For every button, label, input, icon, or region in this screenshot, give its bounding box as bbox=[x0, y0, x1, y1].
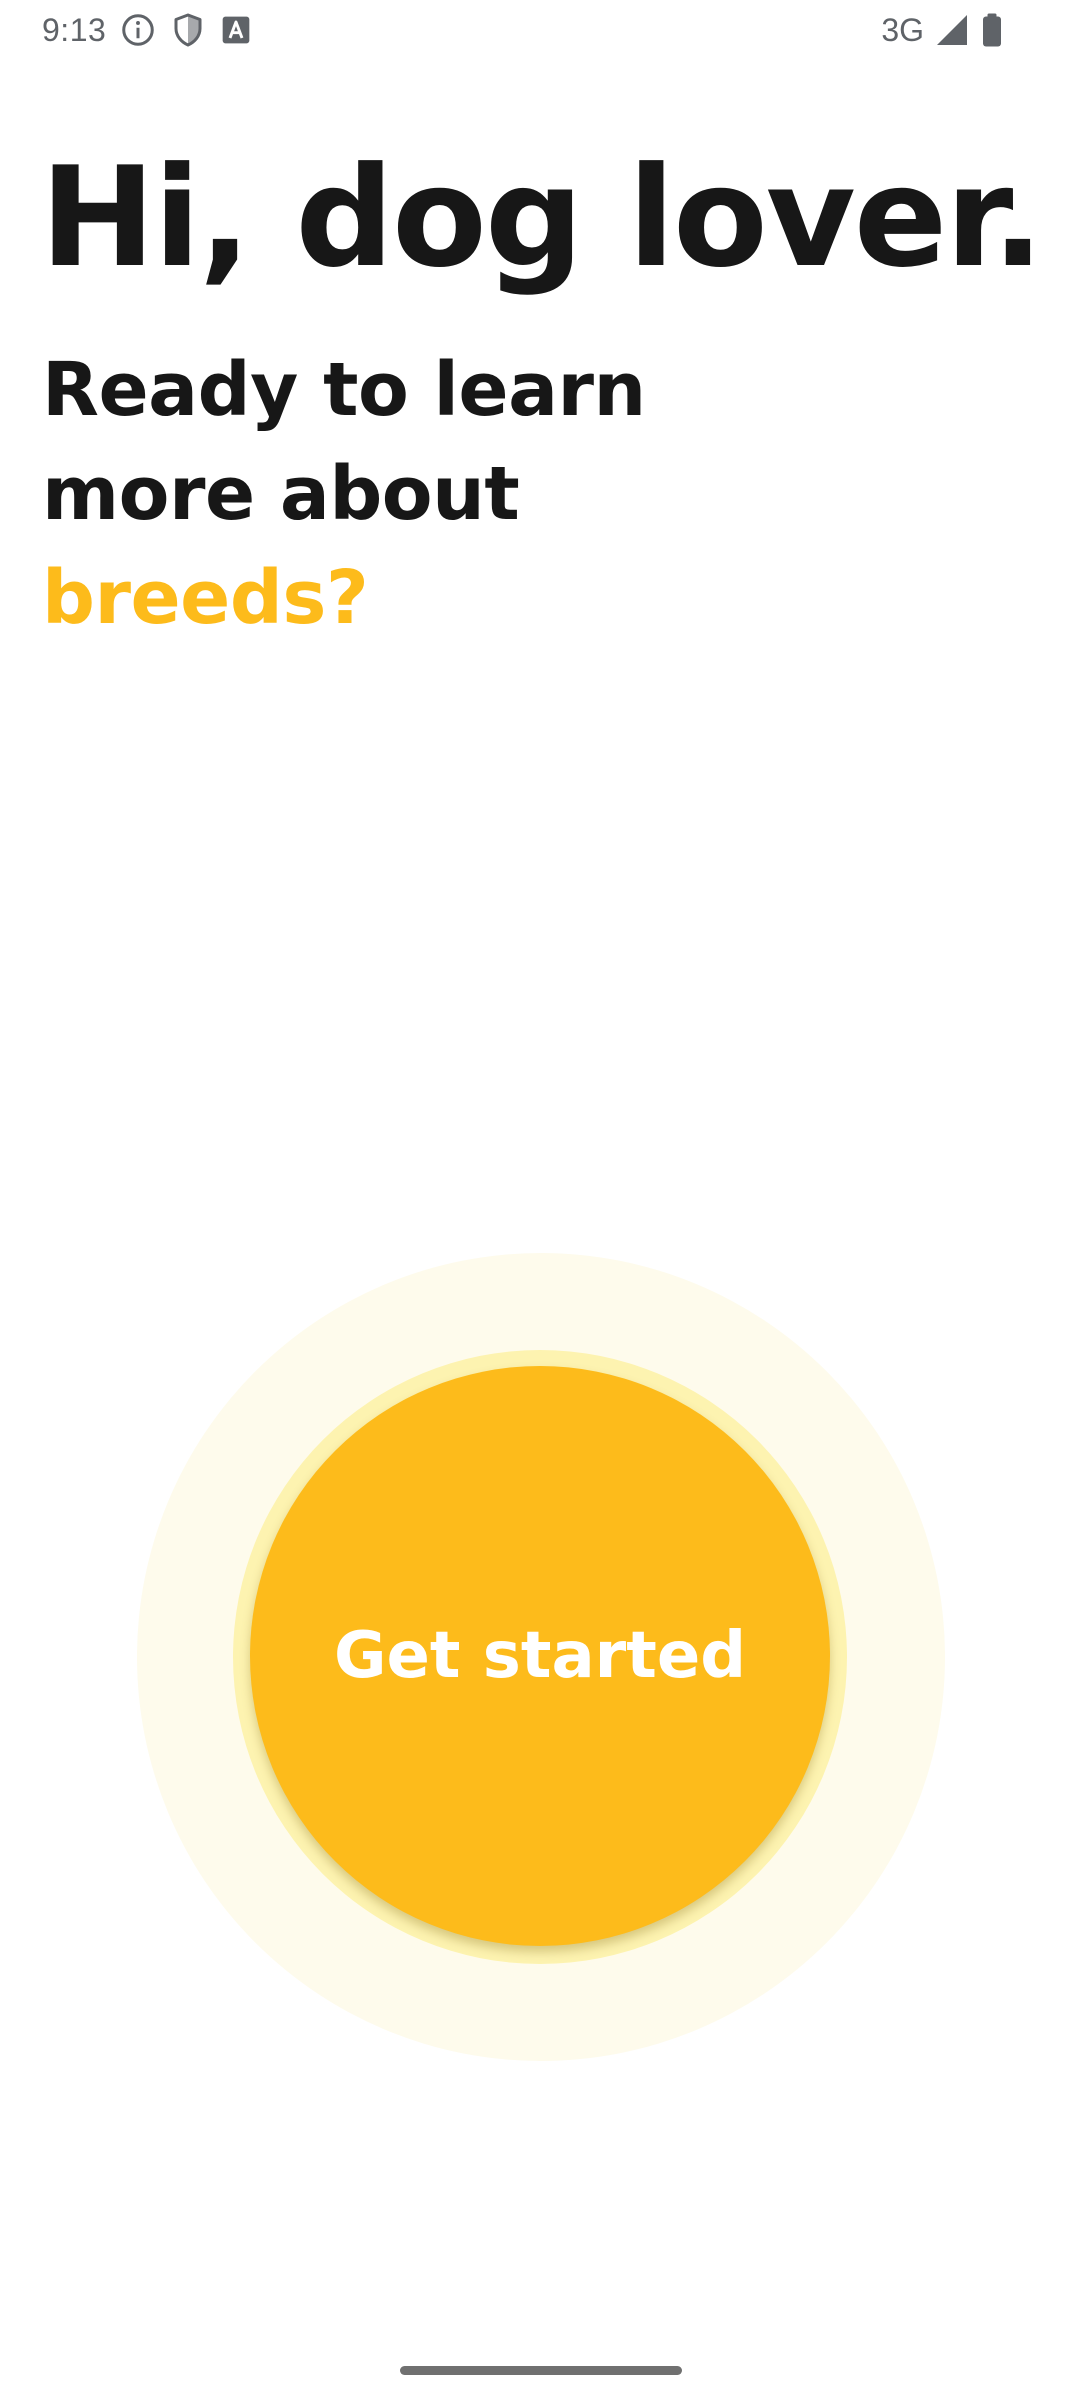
get-started-button[interactable]: Get started bbox=[250, 1366, 830, 1946]
status-bar: 9:13 3G bbox=[0, 0, 1080, 64]
question-accent-breeds: breeds? bbox=[42, 555, 369, 641]
question-line-2: more about bbox=[42, 451, 520, 537]
info-icon bbox=[120, 12, 156, 48]
onboarding-question: Ready to learn more about breeds? bbox=[42, 338, 646, 650]
network-type: 3G bbox=[881, 11, 924, 48]
status-bar-left: 9:13 bbox=[42, 10, 252, 50]
shield-icon bbox=[170, 12, 206, 48]
battery-icon bbox=[980, 12, 1004, 48]
get-started-label: Get started bbox=[333, 1619, 747, 1693]
status-bar-right: 3G bbox=[881, 10, 1004, 50]
signal-icon bbox=[934, 12, 970, 48]
question-line-1: Ready to learn bbox=[42, 347, 646, 433]
text-a-icon bbox=[220, 14, 252, 46]
home-gesture-bar[interactable] bbox=[400, 2366, 682, 2375]
status-time: 9:13 bbox=[42, 11, 107, 48]
greeting-title: Hi, dog lover. bbox=[40, 137, 1044, 298]
